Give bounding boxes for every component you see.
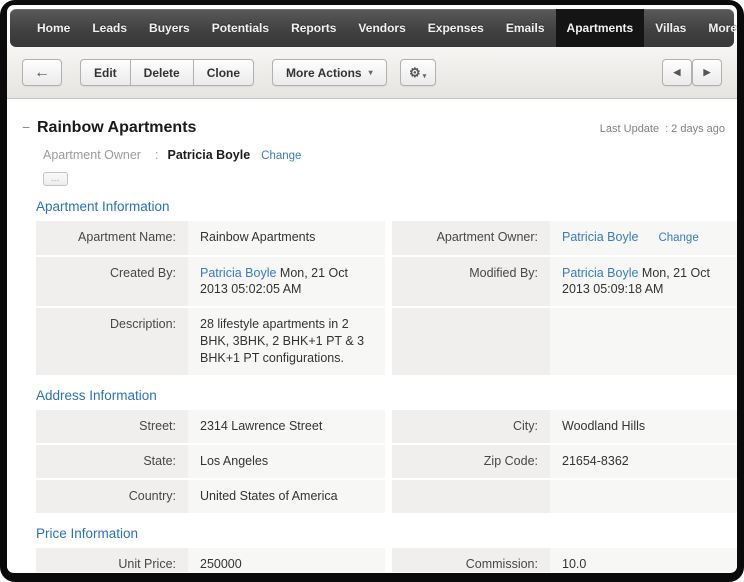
- field-label: Commission:: [392, 548, 550, 572]
- record-header: − Rainbow Apartments Last Update:2 days …: [7, 99, 737, 186]
- field-label: Street:: [36, 410, 188, 443]
- fields-grid: Street:2314 Lawrence StreetCity:Woodland…: [36, 410, 737, 513]
- previous-record-button[interactable]: ◀: [662, 59, 692, 86]
- field-value: 28 lifestyle apartments in 2 BHK, 3BHK, …: [188, 308, 385, 375]
- record-action-group: Edit Delete Clone: [80, 59, 254, 86]
- chevron-left-icon: ◀: [674, 67, 681, 78]
- change-link[interactable]: Change: [658, 232, 698, 244]
- window-frame: HomeLeadsBuyersPotentialsReportsVendorsE…: [0, 0, 744, 582]
- field-label: Description:: [36, 308, 188, 375]
- nav-items: HomeLeadsBuyersPotentialsReportsVendorsE…: [26, 9, 737, 47]
- field-value: Patricia Boyle Mon, 21 Oct 2013 05:09:18…: [550, 257, 737, 307]
- owner-name: Patricia Boyle: [167, 148, 250, 162]
- chevron-right-icon: ▶: [704, 67, 711, 78]
- column-gap: [385, 410, 392, 443]
- nav-item-vendors[interactable]: Vendors: [347, 9, 416, 47]
- owner-label: Apartment Owner: [43, 148, 155, 162]
- column-gap: [385, 480, 392, 513]
- last-update: Last Update:2 days ago: [600, 123, 725, 135]
- separator: :: [665, 123, 668, 135]
- nav-item-expenses[interactable]: Expenses: [417, 9, 495, 47]
- more-options-button[interactable]: …: [43, 172, 68, 186]
- column-gap: [385, 548, 392, 572]
- clone-button[interactable]: Clone: [193, 59, 254, 86]
- field-label: State:: [36, 445, 188, 478]
- column-gap: [385, 221, 392, 255]
- field-value: 250000: [188, 548, 385, 572]
- owner-row: Apartment Owner : Patricia Boyle Change: [43, 148, 725, 162]
- section-title: Address Information: [36, 388, 737, 403]
- app-window: HomeLeadsBuyersPotentialsReportsVendorsE…: [7, 5, 737, 573]
- record-detail: − Rainbow Apartments Last Update:2 days …: [7, 99, 737, 572]
- last-update-label: Last Update: [600, 123, 659, 135]
- field-label: City:: [392, 410, 550, 443]
- field-label: Unit Price:: [36, 548, 188, 572]
- nav-item-potentials[interactable]: Potentials: [201, 9, 280, 47]
- field-value: [550, 308, 737, 375]
- detail-sections: Apartment Information Apartment Name:Rain…: [7, 199, 737, 572]
- last-update-value: 2 days ago: [671, 123, 725, 135]
- nav-item-emails[interactable]: Emails: [495, 9, 556, 47]
- nav-item-home[interactable]: Home: [26, 9, 81, 47]
- nav-item-buyers[interactable]: Buyers: [138, 9, 201, 47]
- field-label: Zip Code:: [392, 445, 550, 478]
- field-label: Created By:: [36, 257, 188, 307]
- title-row: − Rainbow Apartments Last Update:2 days …: [22, 119, 725, 137]
- field-value: 21654-8362: [550, 445, 737, 478]
- record-link[interactable]: Patricia Boyle: [562, 230, 638, 244]
- delete-button[interactable]: Delete: [130, 59, 193, 86]
- record-pager: ◀ ▶: [662, 59, 722, 86]
- nav-item-more[interactable]: More...: [697, 9, 737, 47]
- nav-item-apartments[interactable]: Apartments: [556, 9, 645, 47]
- chevron-down-icon: ▾: [423, 72, 427, 80]
- change-owner-link[interactable]: Change: [261, 150, 301, 162]
- field-label: [392, 308, 550, 375]
- field-value: Rainbow Apartments: [188, 221, 385, 255]
- field-label: Apartment Name:: [36, 221, 188, 255]
- field-label: [392, 480, 550, 513]
- chevron-down-icon: ▾: [369, 68, 373, 77]
- field-value: Woodland Hills: [550, 410, 737, 443]
- fields-grid: Apartment Name:Rainbow ApartmentsApartme…: [36, 221, 737, 375]
- gear-icon: ⚙: [409, 65, 421, 81]
- field-value: Los Angeles: [188, 445, 385, 478]
- edit-button[interactable]: Edit: [80, 59, 130, 86]
- more-actions-button[interactable]: More Actions ▾: [272, 59, 387, 86]
- field-value: Patricia Boyle Change: [550, 221, 737, 255]
- field-label: Country:: [36, 480, 188, 513]
- field-value: Patricia Boyle Mon, 21 Oct 2013 05:02:05…: [188, 257, 385, 307]
- more-actions-label: More Actions: [286, 66, 362, 80]
- column-gap: [385, 308, 392, 375]
- fields-grid: Unit Price:250000Commission:10.0Tax:12.5: [36, 548, 737, 572]
- record-link[interactable]: Patricia Boyle: [200, 266, 276, 280]
- field-label: Modified By:: [392, 257, 550, 307]
- field-value: 2314 Lawrence Street: [188, 410, 385, 443]
- record-toolbar: ← Edit Delete Clone More Actions ▾ ⚙ ▾ ◀: [7, 47, 737, 99]
- top-navbar: HomeLeadsBuyersPotentialsReportsVendorsE…: [10, 9, 734, 47]
- section-title: Apartment Information: [36, 199, 737, 214]
- nav-item-reports[interactable]: Reports: [280, 9, 347, 47]
- column-gap: [385, 445, 392, 478]
- field-value: 10.0: [550, 548, 737, 572]
- nav-item-villas[interactable]: Villas: [644, 9, 697, 47]
- separator: :: [155, 148, 158, 162]
- back-arrow-icon: ←: [34, 64, 50, 82]
- page-title: Rainbow Apartments: [37, 119, 196, 137]
- column-gap: [385, 257, 392, 307]
- field-value: United States of America: [188, 480, 385, 513]
- back-button[interactable]: ←: [22, 59, 62, 86]
- field-label: Apartment Owner:: [392, 221, 550, 255]
- record-link[interactable]: Patricia Boyle: [562, 266, 638, 280]
- section-title: Price Information: [36, 526, 737, 541]
- settings-button[interactable]: ⚙ ▾: [400, 59, 436, 86]
- nav-item-leads[interactable]: Leads: [81, 9, 138, 47]
- next-record-button[interactable]: ▶: [692, 59, 722, 86]
- field-value: [550, 480, 737, 513]
- collapse-icon[interactable]: −: [22, 119, 37, 135]
